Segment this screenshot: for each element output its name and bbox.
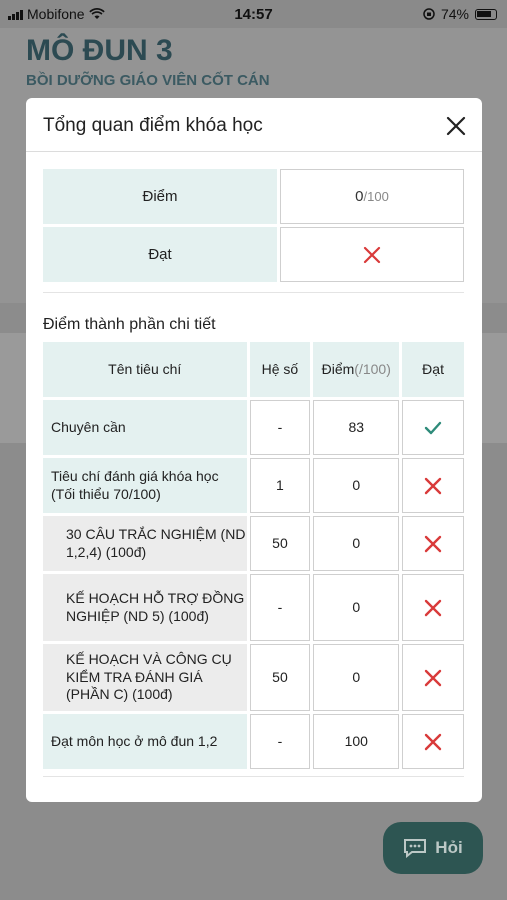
criterion-pass-status (402, 574, 464, 641)
table-row: Tiêu chí đánh giá khóa học (Tối thiểu 70… (43, 458, 465, 513)
criterion-name: Tiêu chí đánh giá khóa học (Tối thiểu 70… (43, 458, 247, 513)
criterion-pass-status (402, 516, 464, 571)
cross-icon (424, 669, 442, 686)
criterion-score: 0 (313, 574, 400, 641)
column-header-score: Điểm (/100) (313, 342, 400, 397)
cross-icon (424, 477, 442, 494)
criterion-name: Đạt môn học ở mô đun 1,2 (43, 714, 247, 769)
criterion-name: 30 CÂU TRẮC NGHIỆM (ND 1,2,4) (100đ) (43, 516, 247, 571)
criterion-weight: - (249, 400, 311, 455)
course-score-modal: Tổng quan điểm khóa học Điểm 0/100 Đạt Đ… (26, 98, 482, 802)
criterion-pass-status (402, 714, 465, 769)
criterion-weight: 50 (249, 516, 311, 571)
chat-button-label: Hỏi (435, 838, 463, 857)
criterion-score: 0 (313, 644, 400, 711)
criterion-pass-status (402, 400, 465, 455)
criterion-weight: - (249, 574, 311, 641)
score-label: Điểm (43, 169, 277, 224)
criterion-name: Chuyên cần (43, 400, 247, 455)
module-subtitle: BỒI DƯỠNG GIÁO VIÊN CỐT CÁN (26, 72, 270, 89)
detail-section-title: Điểm thành phần chi tiết (43, 316, 216, 333)
table-row: Đạt môn học ở mô đun 1,2-100 (43, 714, 465, 769)
divider (43, 776, 464, 777)
close-icon[interactable] (446, 116, 466, 136)
cross-icon (424, 535, 442, 552)
criterion-weight: 50 (249, 644, 311, 711)
criterion-weight: 1 (249, 458, 311, 513)
check-icon (424, 421, 442, 434)
column-header-name: Tên tiêu chí (43, 342, 247, 397)
criterion-score: 0 (313, 458, 400, 513)
chat-button[interactable]: Hỏi (383, 822, 483, 874)
criterion-pass-status (402, 458, 465, 513)
table-row: Chuyên cần -83 (43, 400, 465, 455)
column-header-weight: Hệ số (249, 342, 311, 397)
criterion-score: 0 (313, 516, 400, 571)
detail-table: Tên tiêu chí Hệ số Điểm (/100) Đạt Chuyên… (43, 342, 465, 772)
pass-status (280, 227, 464, 282)
modal-header: Tổng quan điểm khóa học (26, 98, 482, 152)
table-row: KẾ HOẠCH VÀ CÔNG CỤ KIỂM TRA ĐÁNH GIÁ (P… (43, 644, 464, 711)
table-row: KẾ HOẠCH HỖ TRỢ ĐỒNG NGHIỆP (ND 5) (100đ… (43, 574, 464, 641)
criterion-name: KẾ HOẠCH VÀ CÔNG CỤ KIỂM TRA ĐÁNH GIÁ (P… (43, 644, 247, 711)
score-value: 0/100 (280, 169, 464, 224)
criterion-name: KẾ HOẠCH HỖ TRỢ ĐỒNG NGHIỆP (ND 5) (100đ… (43, 574, 247, 641)
table-row: 30 CÂU TRẮC NGHIỆM (ND 1,2,4) (100đ) 50 0 (43, 516, 464, 571)
divider (43, 292, 464, 293)
criterion-pass-status (402, 644, 464, 711)
status-bar: Mobifone 14:57 74% (0, 0, 507, 28)
criterion-weight: - (249, 714, 311, 769)
battery-percent: 74% (440, 6, 469, 22)
pass-label: Đạt (43, 227, 277, 282)
table-header: Tên tiêu chí Hệ số Điểm (/100) Đạt (43, 342, 464, 397)
module-title: MÔ ĐUN 3 (26, 34, 173, 67)
cross-icon (363, 246, 381, 263)
criterion-score: 100 (313, 714, 400, 769)
criterion-score: 83 (313, 400, 400, 455)
column-header-pass: Đạt (402, 342, 464, 397)
cross-icon (424, 599, 442, 616)
score-summary: Điểm 0/100 Đạt (43, 169, 464, 285)
modal-title: Tổng quan điểm khóa học (43, 115, 263, 136)
chat-icon (404, 839, 427, 858)
rotation-lock-icon (423, 8, 435, 20)
battery-icon (475, 8, 497, 20)
cross-icon (424, 733, 442, 750)
